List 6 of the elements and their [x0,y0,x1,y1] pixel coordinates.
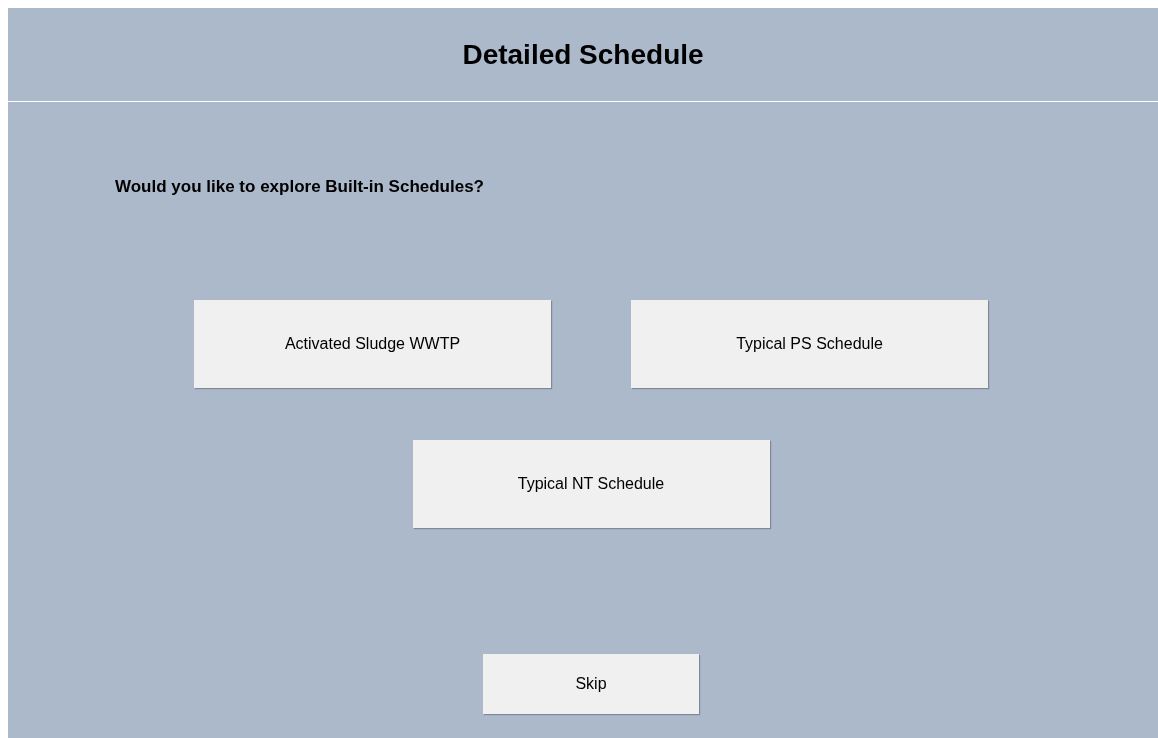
schedule-button[interactable]: Typical NT Schedule [412,439,770,528]
dialog-title: Detailed Schedule [462,37,704,72]
schedule-button[interactable]: Typical PS Schedule [631,299,988,388]
schedule-button[interactable]: Activated Sludge WWTP [194,299,551,388]
skip-button[interactable]: Skip [483,653,699,714]
question-text: Would you like to explore Built-in Schedules? [115,176,485,198]
